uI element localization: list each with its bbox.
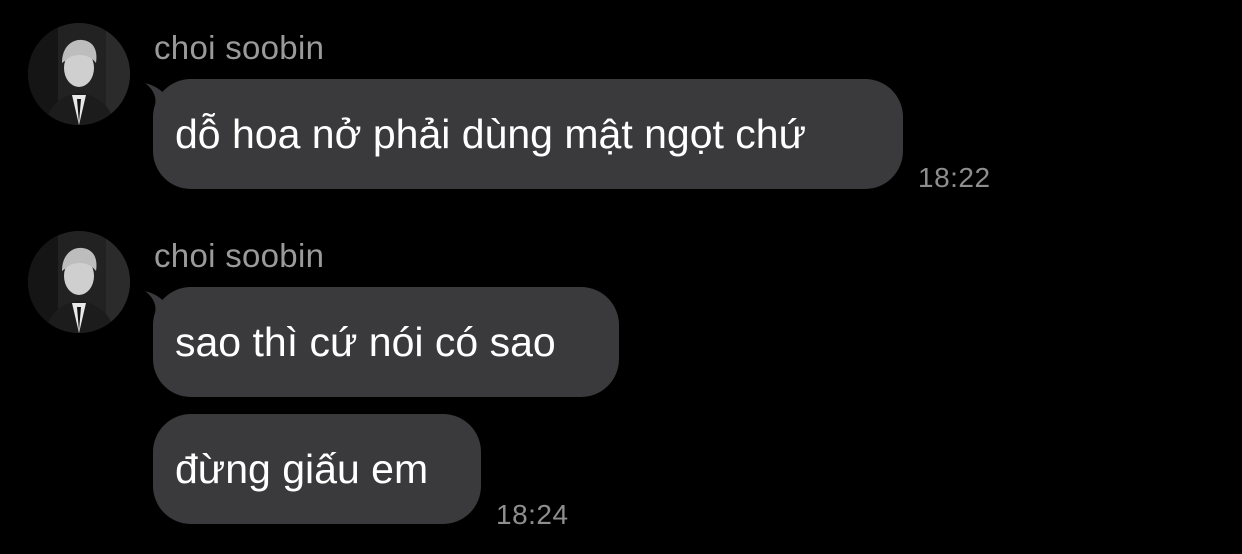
message-timestamp: 18:22	[918, 162, 991, 193]
profile-photo-icon	[28, 23, 130, 125]
message-timestamp: 18:24	[496, 499, 569, 530]
avatar[interactable]	[28, 231, 130, 333]
message-bubble[interactable]: sao thì cứ nói có sao	[153, 287, 619, 397]
sender-name: choi soobin	[154, 237, 325, 274]
profile-photo-icon	[28, 231, 130, 333]
sender-name: choi soobin	[154, 29, 325, 66]
message-bubble[interactable]: đừng giấu em	[153, 414, 481, 524]
message-bubble[interactable]: dỗ hoa nở phải dùng mật ngọt chứ	[153, 79, 903, 189]
avatar[interactable]	[28, 23, 130, 125]
chat-view: choi soobin dỗ hoa nở phải dùng mật ngọt…	[0, 0, 1242, 554]
